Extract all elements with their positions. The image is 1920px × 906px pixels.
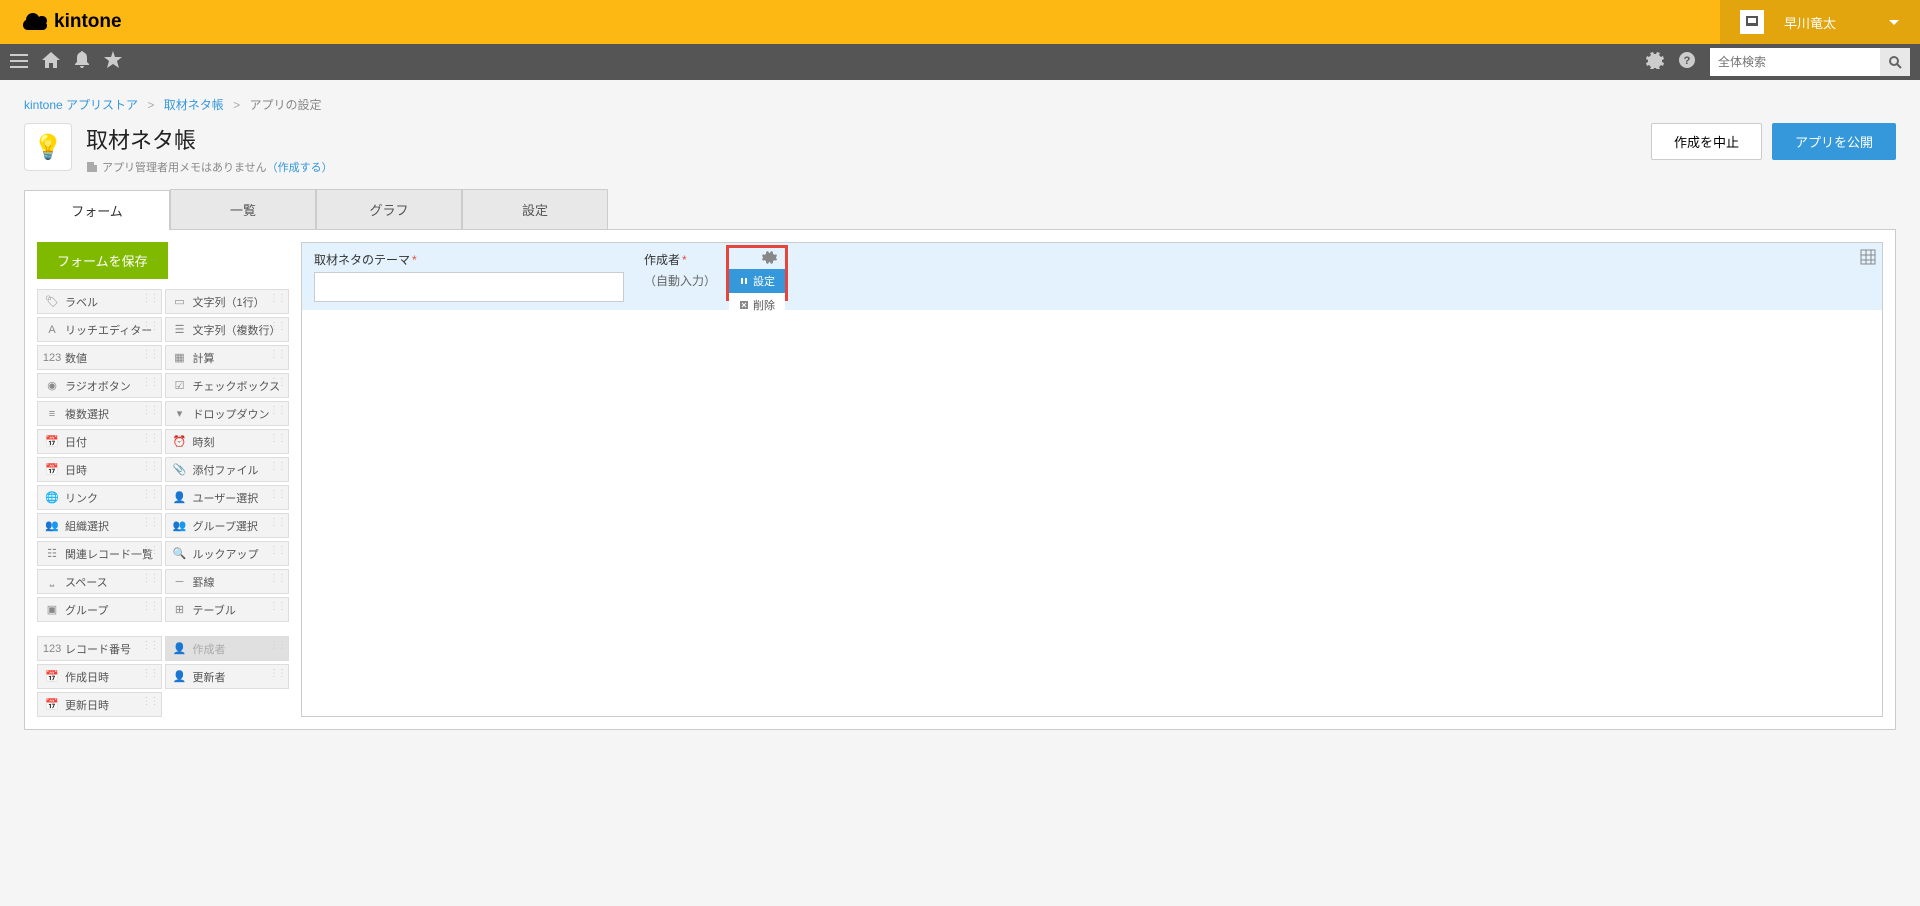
form-canvas[interactable]: 取材ネタのテーマ* 作成者* （自動入力） 設定 削除: [301, 242, 1883, 717]
field-creator[interactable]: 👤作成者⋮⋮: [165, 636, 290, 661]
table-view-icon[interactable]: [1860, 249, 1876, 270]
home-icon[interactable]: [42, 52, 60, 73]
canvas-field-creator[interactable]: 作成者* （自動入力） 設定 削除: [644, 251, 774, 302]
app-icon: 💡: [24, 123, 72, 171]
field-gear-icon[interactable]: [762, 249, 778, 269]
cancel-button[interactable]: 作成を中止: [1651, 123, 1762, 160]
field-record-number[interactable]: 123レコード番号⋮⋮: [37, 636, 162, 661]
logo[interactable]: kintone: [0, 11, 122, 33]
field-text-multi[interactable]: ☰文字列（複数行）⋮⋮: [165, 317, 290, 342]
field-group-select[interactable]: 👥グループ選択⋮⋮: [165, 513, 290, 538]
required-mark: *: [682, 253, 687, 267]
top-bar: kintone 早川竜太: [0, 0, 1920, 44]
field-border[interactable]: ─罫線⋮⋮: [165, 569, 290, 594]
field-lookup[interactable]: 🔍ルックアップ⋮⋮: [165, 541, 290, 566]
field-org-select[interactable]: 👥組織選択⋮⋮: [37, 513, 162, 538]
field-related-records[interactable]: ☷関連レコード一覧⋮⋮: [37, 541, 162, 566]
tab-settings[interactable]: 設定: [462, 189, 608, 229]
menu-item-settings[interactable]: 設定: [729, 269, 785, 293]
chevron-down-icon: [1888, 15, 1900, 30]
field-text-1line[interactable]: ▭文字列（1行）⋮⋮: [165, 289, 290, 314]
canvas-field-theme[interactable]: 取材ネタのテーマ*: [314, 251, 624, 302]
required-mark: *: [412, 253, 417, 267]
user-menu[interactable]: 早川竜太: [1720, 0, 1920, 44]
svg-text:?: ?: [1684, 55, 1691, 67]
field-space[interactable]: ⎵スペース⋮⋮: [37, 569, 162, 594]
field-table[interactable]: ⊞テーブル⋮⋮: [165, 597, 290, 622]
page-title: 取材ネタ帳: [86, 123, 333, 155]
tab-list[interactable]: 一覧: [170, 189, 316, 229]
field-label[interactable]: 🏷ラベル⋮⋮: [37, 289, 162, 314]
field-updater[interactable]: 👤更新者⋮⋮: [165, 664, 290, 689]
field-attachment[interactable]: 📎添付ファイル⋮⋮: [165, 457, 290, 482]
search-input[interactable]: [1710, 48, 1880, 76]
search-button[interactable]: [1880, 48, 1910, 76]
save-form-button[interactable]: フォームを保存: [37, 242, 168, 279]
field-link[interactable]: 🌐リンク⋮⋮: [37, 485, 162, 510]
field-dropdown[interactable]: ▾ドロップダウン⋮⋮: [165, 401, 290, 426]
gear-icon[interactable]: [1646, 51, 1664, 74]
user-name: 早川竜太: [1784, 13, 1836, 32]
tab-graph[interactable]: グラフ: [316, 189, 462, 229]
menu-item-delete[interactable]: 削除: [729, 293, 785, 317]
breadcrumb-current: アプリの設定: [249, 98, 321, 112]
field-time[interactable]: ⏰時刻⋮⋮: [165, 429, 290, 454]
field-updated-time[interactable]: 📅更新日時⋮⋮: [37, 692, 162, 717]
field-datetime[interactable]: 📅日時⋮⋮: [37, 457, 162, 482]
field-checkbox[interactable]: ☑チェックボックス⋮⋮: [165, 373, 290, 398]
breadcrumb: kintone アプリストア > 取材ネタ帳 > アプリの設定: [24, 96, 1896, 113]
breadcrumb-link[interactable]: kintone アプリストア: [24, 98, 138, 112]
bell-icon[interactable]: [74, 51, 90, 74]
menu-icon[interactable]: [10, 52, 28, 73]
theme-input[interactable]: [314, 272, 624, 302]
help-icon[interactable]: ?: [1678, 51, 1696, 74]
field-radio[interactable]: ◉ラジオボタン⋮⋮: [37, 373, 162, 398]
breadcrumb-link[interactable]: 取材ネタ帳: [164, 98, 224, 112]
field-user-select[interactable]: 👤ユーザー選択⋮⋮: [165, 485, 290, 510]
brand-text: kintone: [54, 11, 122, 33]
tab-form[interactable]: フォーム: [24, 190, 170, 230]
tabs: フォーム 一覧 グラフ 設定: [24, 189, 1896, 230]
field-calc[interactable]: ▦計算⋮⋮: [165, 345, 290, 370]
avatar-icon: [1740, 10, 1764, 34]
field-palette: フォームを保存 🏷ラベル⋮⋮ ▭文字列（1行）⋮⋮ Aリッチエディター⋮⋮ ☰文…: [37, 242, 289, 717]
toolbar: ?: [0, 44, 1920, 80]
app-memo: アプリ管理者用メモはありません （作成する）: [86, 159, 333, 175]
field-group[interactable]: ▣グループ⋮⋮: [37, 597, 162, 622]
field-multiselect[interactable]: ≡複数選択⋮⋮: [37, 401, 162, 426]
publish-button[interactable]: アプリを公開: [1772, 123, 1896, 160]
field-number[interactable]: 123数値⋮⋮: [37, 345, 162, 370]
field-date[interactable]: 📅日付⋮⋮: [37, 429, 162, 454]
cloud-icon: [22, 12, 48, 32]
field-context-menu: 設定 削除: [729, 269, 785, 317]
create-memo-link[interactable]: （作成する）: [267, 159, 333, 175]
field-rich-editor[interactable]: Aリッチエディター⋮⋮: [37, 317, 162, 342]
field-created-time[interactable]: 📅作成日時⋮⋮: [37, 664, 162, 689]
star-icon[interactable]: [104, 51, 122, 73]
